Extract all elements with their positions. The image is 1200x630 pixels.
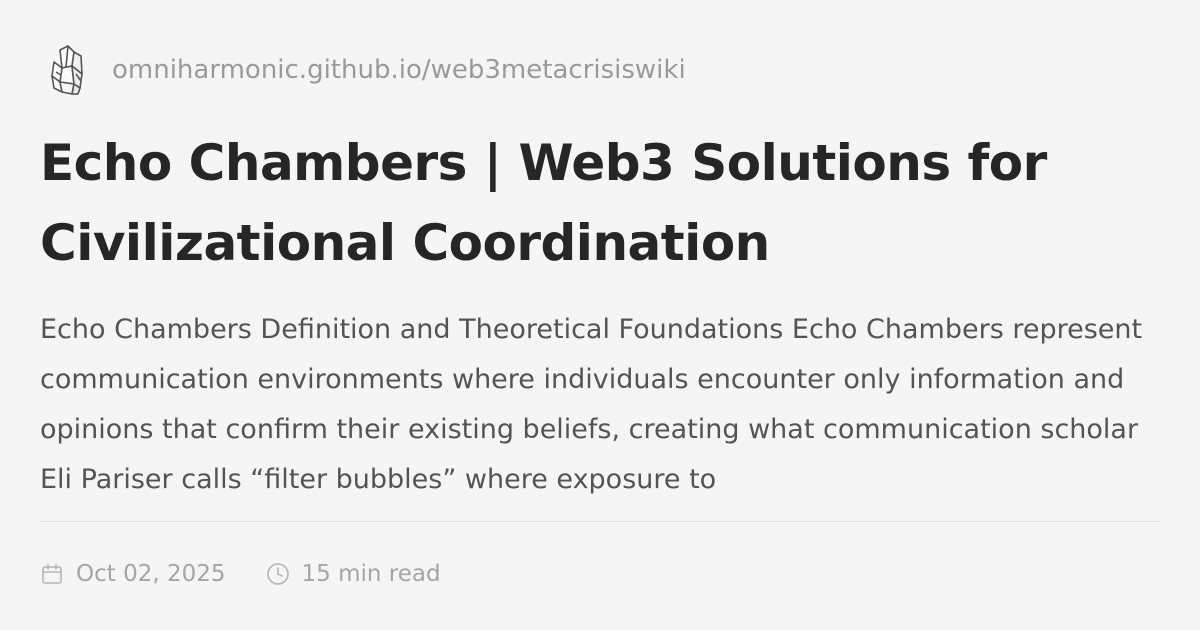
article-meta: Oct 02, 2025 15 min read — [40, 556, 441, 592]
site-header: omniharmonic.github.io/web3metacrisiswik… — [44, 40, 686, 100]
site-url[interactable]: omniharmonic.github.io/web3metacrisiswik… — [112, 55, 686, 85]
read-time-text: 15 min read — [301, 561, 441, 587]
article-excerpt: Echo Chambers Definition and Theoretical… — [40, 314, 1143, 495]
read-time: 15 min read — [266, 561, 441, 587]
clock-icon — [266, 561, 292, 587]
publish-date-text: Oct 02, 2025 — [76, 561, 226, 587]
crystal-cluster-icon — [44, 42, 92, 98]
page-title: Echo Chambers | Web3 Solutions for Civil… — [40, 134, 1047, 272]
divider — [40, 521, 1160, 522]
calendar-icon — [40, 561, 66, 587]
publish-date: Oct 02, 2025 — [40, 561, 226, 587]
